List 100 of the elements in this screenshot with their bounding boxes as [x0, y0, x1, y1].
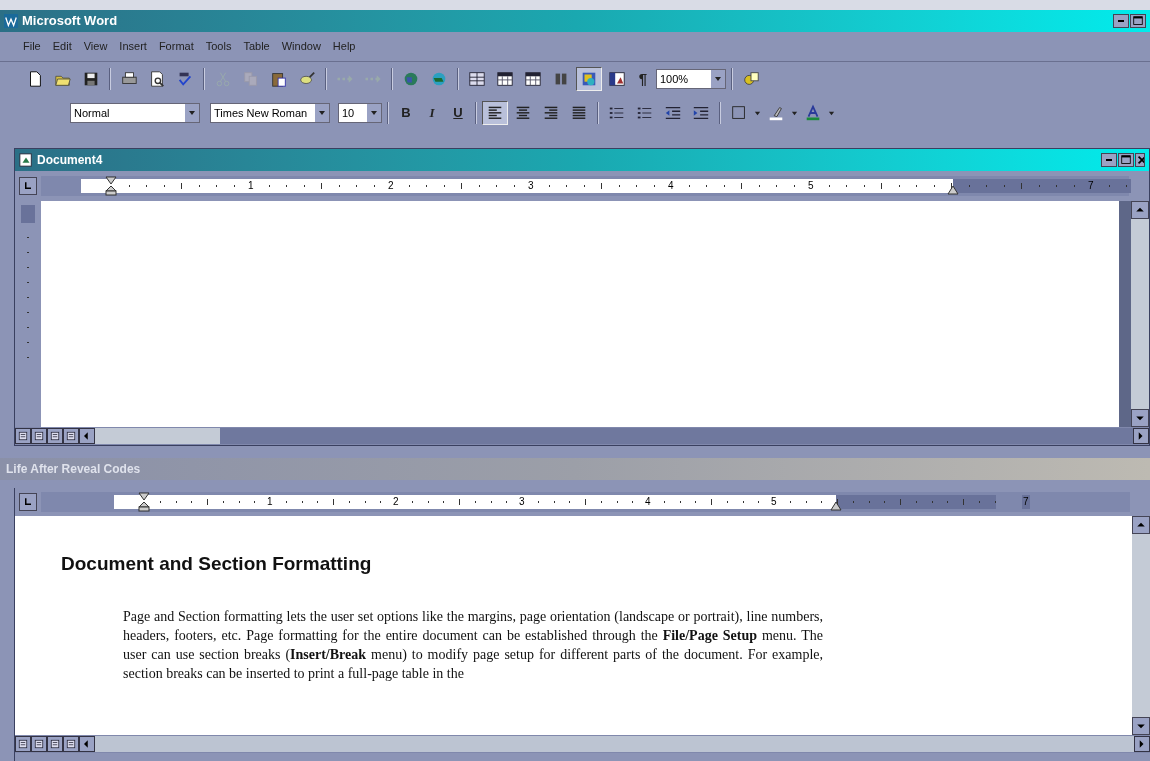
body-paragraph: Page and Section formatting lets the user set options like the margins, page orientation (landscape or portrait), line numbers, headers, footers, etc. Page formatting for the entire document can be established through the File/Page Setup menu. The user can use section breaks (Insert/Break menu) to modify page setup for different parts of the document. For example, section breaks can be inserted to print a full-page table in the — [123, 607, 823, 683]
decrease-indent-icon — [664, 104, 682, 122]
italic-button[interactable]: I — [420, 101, 444, 125]
menu-item[interactable]: File — [18, 38, 46, 55]
drawing-button[interactable] — [576, 67, 602, 91]
tab-stop-button[interactable] — [19, 493, 37, 511]
document-map-icon — [608, 70, 626, 88]
help-icon — [742, 70, 760, 88]
web-view-button[interactable] — [31, 428, 47, 444]
menu-item[interactable]: View — [78, 38, 113, 55]
minimize-button[interactable] — [1113, 14, 1129, 28]
font-size-dropdown[interactable]: 10 — [338, 103, 382, 123]
bold-button[interactable]: B — [394, 101, 418, 125]
ruler[interactable]: 1 2 3 4 5 7 — [41, 492, 1130, 512]
page-view-button[interactable] — [47, 428, 63, 444]
dropdown-caret-icon — [714, 75, 722, 83]
outline-view-icon — [65, 430, 77, 442]
pane-title: Life After Reveal Codes — [6, 461, 141, 478]
tab-stop-icon — [22, 496, 34, 508]
minimize-icon — [1117, 19, 1125, 23]
tab-stop-icon — [22, 180, 34, 192]
close-button[interactable] — [1135, 153, 1145, 167]
menu-item[interactable]: Tools — [200, 38, 237, 55]
insert-worksheet-icon — [524, 70, 542, 88]
print-preview-icon — [148, 70, 166, 88]
right-indent-marker[interactable] — [947, 184, 959, 195]
outline-view-icon — [65, 738, 77, 750]
font-dropdown[interactable]: Times New Roman — [210, 103, 330, 123]
dropdown-caret-icon — [188, 109, 196, 117]
outline-view-button[interactable] — [63, 736, 79, 752]
page-view-button[interactable] — [47, 736, 63, 752]
indent-marker[interactable] — [138, 492, 150, 512]
minimize-icon — [1105, 158, 1113, 162]
document-title: Document4 — [37, 152, 104, 169]
dropdown-caret-icon — [370, 109, 378, 117]
align-icon — [570, 104, 588, 122]
maximize-icon — [1132, 15, 1144, 27]
align-button[interactable] — [482, 101, 508, 125]
vertical-scrollbar[interactable] — [1131, 201, 1149, 427]
menu-item[interactable]: Table — [238, 38, 275, 55]
zoom-dropdown[interactable]: 100% — [656, 69, 726, 89]
document-logo-icon — [19, 153, 33, 167]
window-title: Microsoft Word — [22, 12, 119, 31]
ruler-number: 7 — [1022, 495, 1030, 509]
dropdown-caret-icon — [318, 109, 326, 117]
spelling-icon — [176, 70, 194, 88]
vertical-scrollbar[interactable] — [1132, 516, 1150, 735]
page-view-icon — [49, 738, 61, 750]
border-icon — [730, 104, 748, 122]
scroll-right-button[interactable] — [1133, 428, 1149, 444]
hyperlink-icon — [402, 70, 420, 88]
underline-button[interactable]: U — [446, 101, 470, 125]
outline-view-button[interactable] — [63, 428, 79, 444]
document-page[interactable] — [15, 516, 1132, 735]
normal-view-button[interactable] — [15, 736, 31, 752]
style-dropdown[interactable]: Normal — [70, 103, 200, 123]
font-color-icon — [804, 104, 822, 122]
scroll-left-button[interactable] — [79, 428, 95, 444]
highlight-icon — [767, 104, 785, 122]
maximize-icon — [1120, 154, 1132, 166]
dropdown-caret-icon — [791, 109, 798, 117]
ruler[interactable]: 1 2 3 4 5 7 — [41, 176, 1129, 196]
dropdown-caret-icon — [754, 109, 761, 117]
scroll-left-button[interactable] — [79, 736, 95, 752]
table-icon — [468, 70, 486, 88]
maximize-button[interactable] — [1118, 153, 1134, 167]
paste-icon — [270, 70, 288, 88]
normal-view-icon — [17, 738, 29, 750]
word-logo-icon — [4, 14, 18, 28]
right-indent-marker[interactable] — [830, 500, 842, 511]
web-view-button[interactable] — [31, 736, 47, 752]
scroll-right-button[interactable] — [1134, 736, 1150, 752]
document-heading: Document and Section Formatting — [61, 552, 373, 576]
copy-icon — [242, 70, 260, 88]
increase-indent-icon — [692, 104, 710, 122]
show-hide-button[interactable]: ¶ — [632, 67, 654, 91]
menu-item[interactable]: Help — [327, 38, 361, 55]
web-toolbar-icon — [430, 70, 448, 88]
minimize-button[interactable] — [1101, 153, 1117, 167]
align-icon — [542, 104, 560, 122]
menu-item[interactable]: Window — [276, 38, 326, 55]
web-view-icon — [33, 738, 45, 750]
menu-item[interactable]: Edit — [47, 38, 77, 55]
normal-view-icon — [17, 430, 29, 442]
align-icon — [514, 104, 532, 122]
dropdown-caret-icon — [828, 109, 835, 117]
horizontal-scrollbar[interactable] — [95, 736, 1134, 752]
menu-item[interactable]: Format — [153, 38, 199, 55]
align-icon — [486, 104, 504, 122]
page-view-icon — [49, 430, 61, 442]
maximize-button[interactable] — [1130, 14, 1146, 28]
save-icon — [82, 70, 100, 88]
menu-item[interactable]: Insert — [114, 38, 152, 55]
indent-marker[interactable] — [105, 176, 117, 196]
web-view-icon — [33, 430, 45, 442]
horizontal-scrollbar[interactable] — [95, 428, 1133, 444]
spreadsheet-icon — [496, 70, 514, 88]
drawing-icon — [580, 70, 598, 88]
tab-stop-button[interactable] — [19, 177, 37, 195]
normal-view-button[interactable] — [15, 428, 31, 444]
